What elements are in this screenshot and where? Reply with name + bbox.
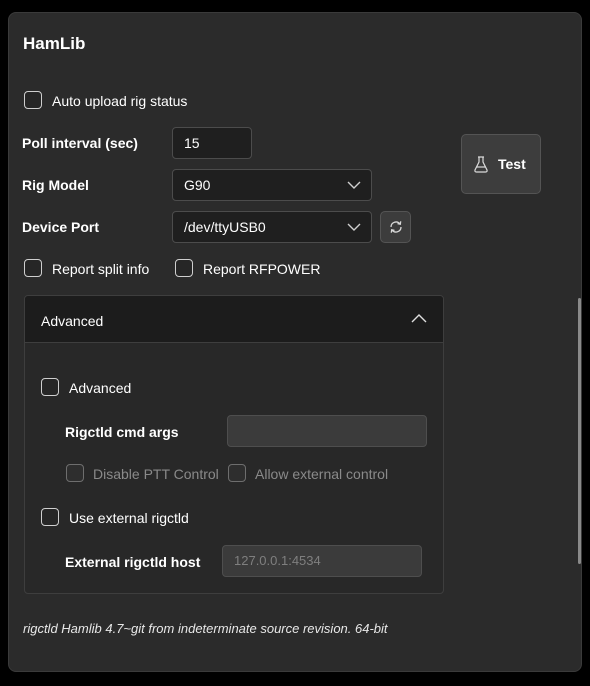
device-port-select[interactable]: /dev/ttyUSB0 bbox=[172, 211, 372, 243]
rig-model-label: Rig Model bbox=[22, 177, 89, 193]
advanced-expander: Advanced Advanced Rigctld cmd args Disab… bbox=[24, 295, 444, 594]
rig-model-select[interactable]: G90 bbox=[172, 169, 372, 201]
external-host-input[interactable]: 127.0.0.1:4534 bbox=[222, 545, 422, 577]
advanced-expander-title: Advanced bbox=[41, 313, 104, 329]
report-rfpower-label: Report RFPOWER bbox=[203, 261, 321, 277]
flask-icon bbox=[474, 156, 488, 173]
device-port-value: /dev/ttyUSB0 bbox=[184, 219, 266, 235]
rig-model-value: G90 bbox=[184, 177, 211, 193]
advanced-checkbox[interactable] bbox=[41, 378, 59, 396]
device-port-label: Device Port bbox=[22, 219, 100, 235]
advanced-checkbox-label: Advanced bbox=[69, 380, 132, 396]
external-host-label: External rigctld host bbox=[65, 554, 201, 570]
scrollbar[interactable] bbox=[578, 298, 581, 564]
refresh-ports-button[interactable] bbox=[380, 211, 411, 243]
allow-external-checkbox[interactable] bbox=[228, 464, 246, 482]
chevron-up-icon bbox=[411, 314, 427, 323]
use-external-label: Use external rigctld bbox=[69, 510, 189, 526]
cmd-args-input[interactable] bbox=[227, 415, 427, 447]
poll-interval-input[interactable]: 15 bbox=[172, 127, 252, 159]
test-button-label: Test bbox=[498, 156, 526, 172]
auto-upload-label: Auto upload rig status bbox=[52, 93, 188, 109]
chevron-down-icon bbox=[347, 181, 361, 189]
chevron-down-icon bbox=[347, 223, 361, 231]
report-rfpower-checkbox[interactable] bbox=[175, 259, 193, 277]
report-split-label: Report split info bbox=[52, 261, 150, 277]
advanced-expander-header[interactable]: Advanced bbox=[25, 296, 443, 343]
section-title: HamLib bbox=[23, 34, 86, 53]
cmd-args-label: Rigctld cmd args bbox=[65, 424, 179, 440]
poll-interval-label: Poll interval (sec) bbox=[22, 135, 138, 151]
version-footer: rigctld Hamlib 4.7~git from indeterminat… bbox=[23, 621, 388, 636]
disable-ptt-label: Disable PTT Control bbox=[93, 466, 219, 482]
disable-ptt-checkbox[interactable] bbox=[66, 464, 84, 482]
report-split-checkbox[interactable] bbox=[24, 259, 42, 277]
refresh-icon bbox=[390, 221, 402, 233]
use-external-checkbox[interactable] bbox=[41, 508, 59, 526]
test-button[interactable]: Test bbox=[461, 134, 541, 194]
auto-upload-checkbox[interactable] bbox=[24, 91, 42, 109]
allow-external-label: Allow external control bbox=[255, 466, 389, 482]
